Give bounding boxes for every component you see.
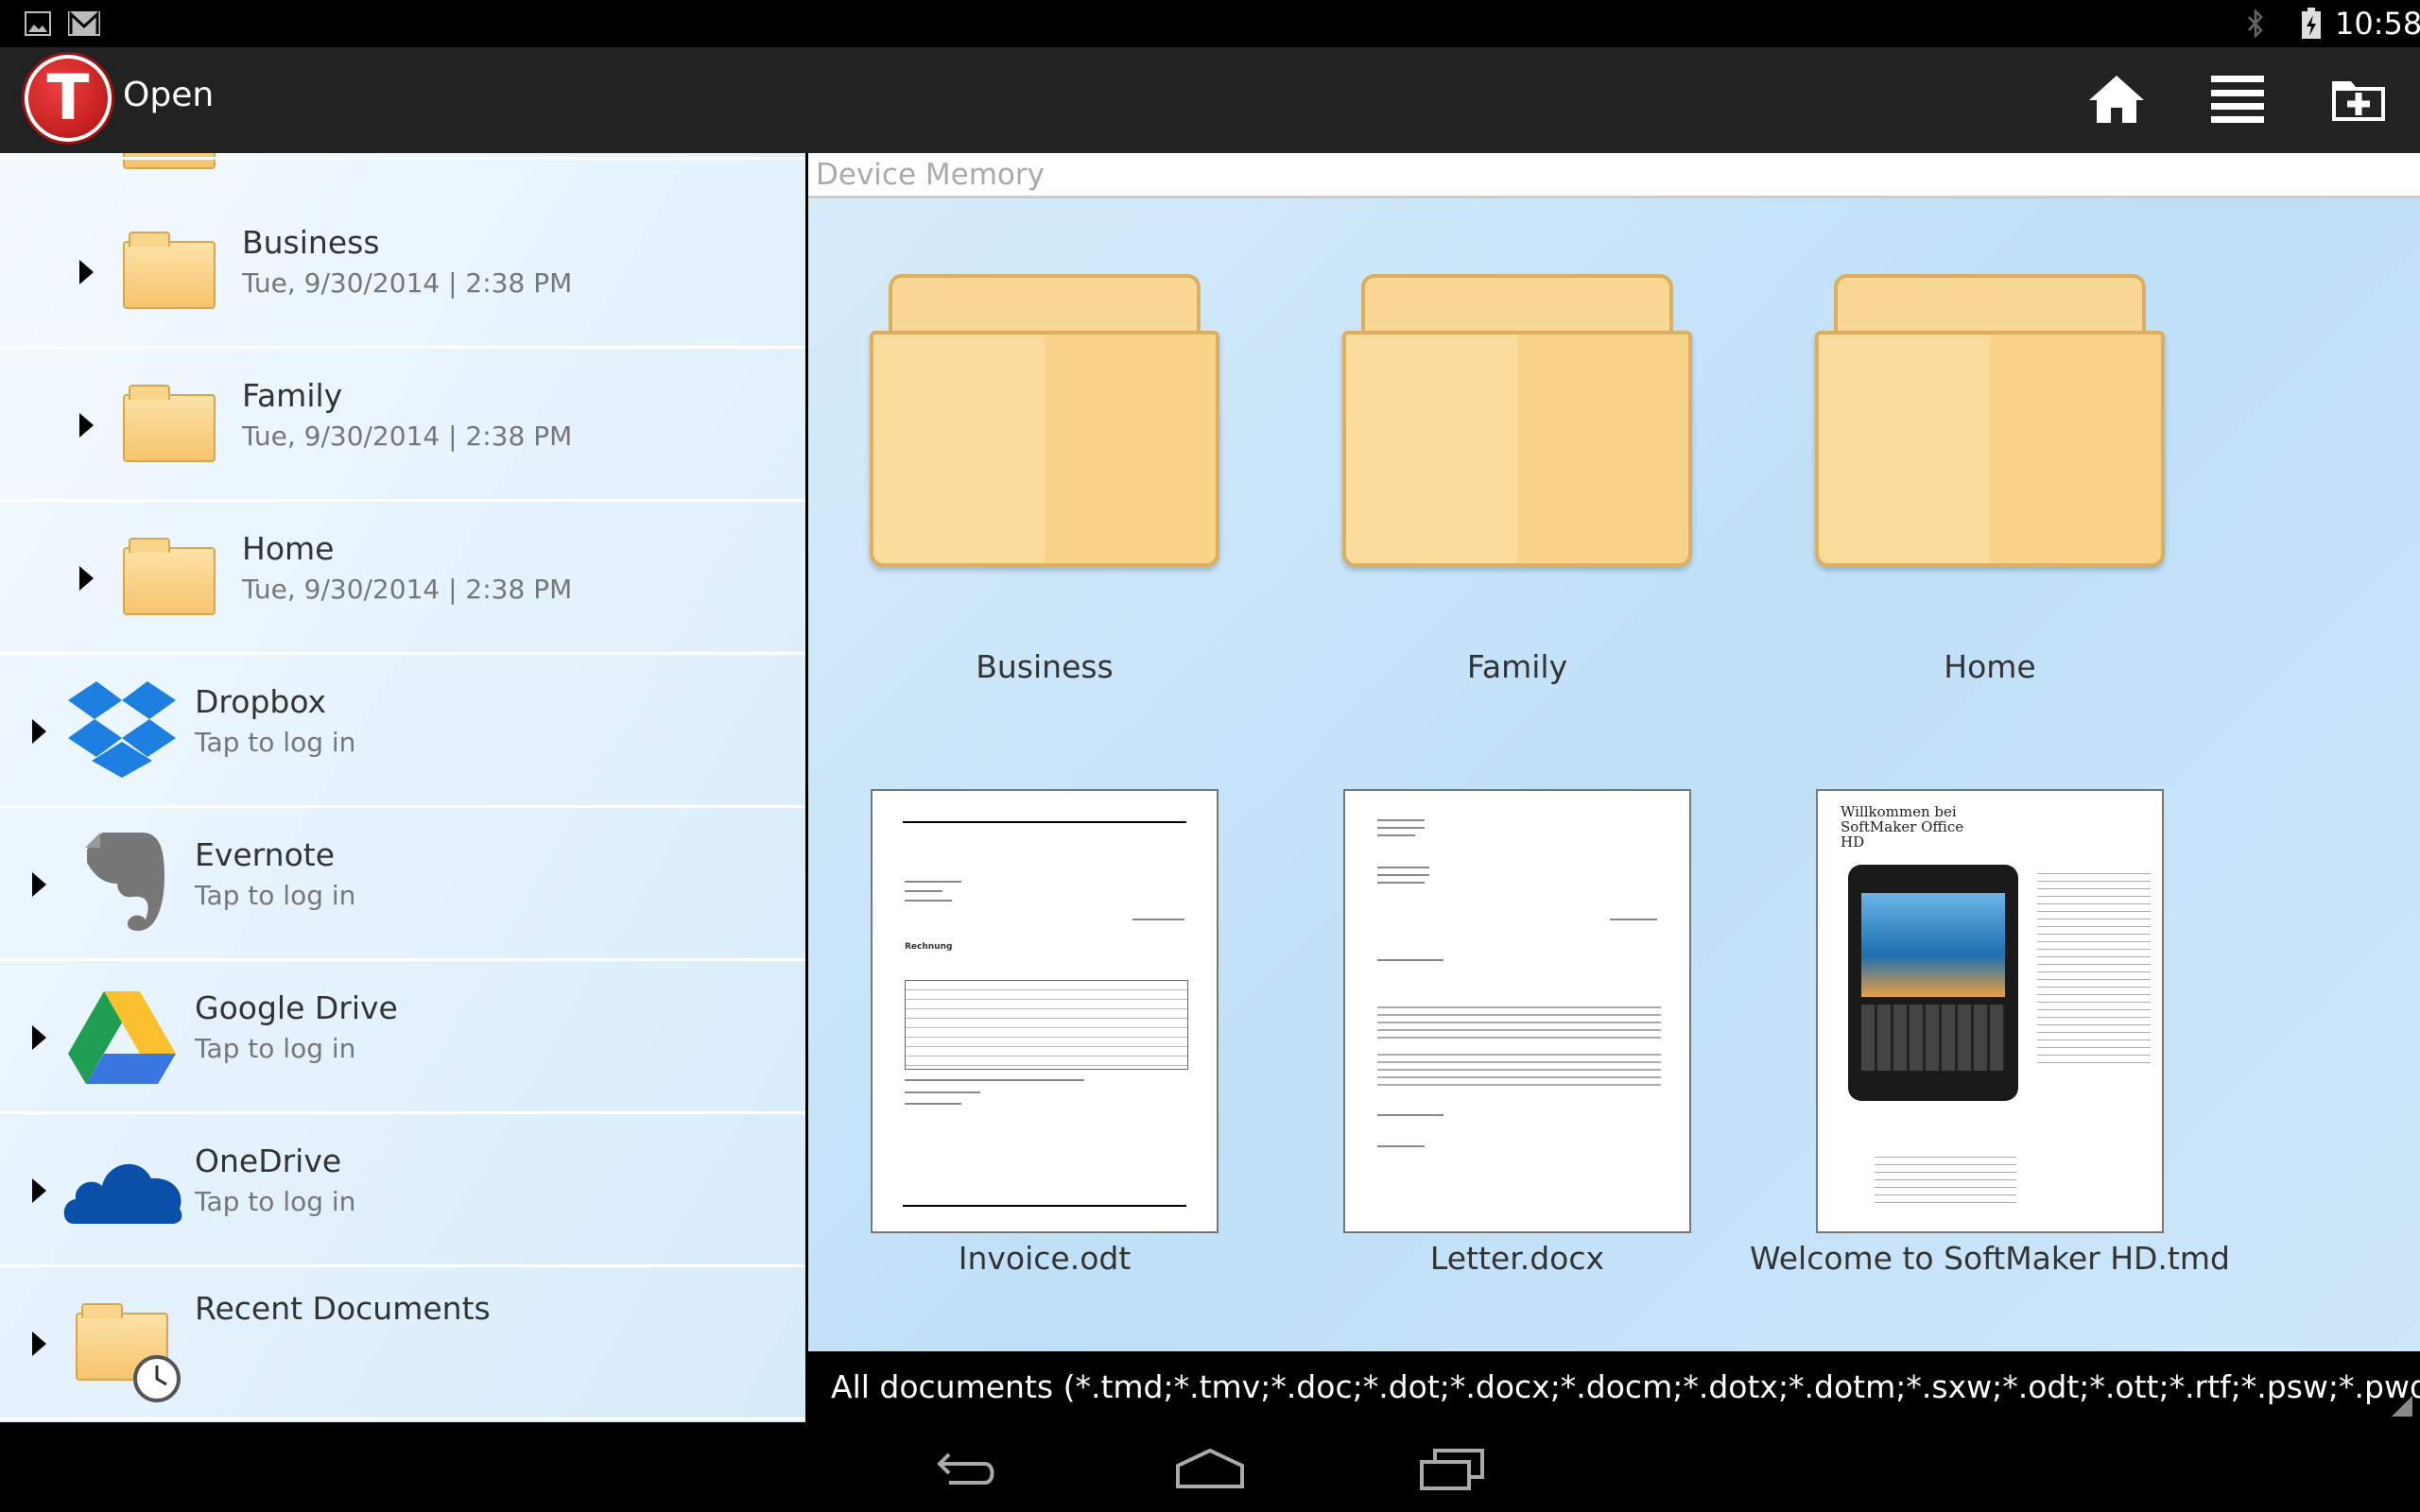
folder-business[interactable] [870,274,1219,567]
new-folder-button[interactable] [2325,66,2392,132]
file-label[interactable]: Letter.docx [1281,1240,1754,1277]
evernote-icon [85,833,164,931]
tablet-image [1848,865,2018,1101]
folder-icon [123,232,216,309]
folder-label[interactable]: Family [1281,648,1754,685]
folder-label[interactable]: Business [808,648,1281,685]
item-title: Recent Documents [195,1290,491,1327]
home-button[interactable] [2083,66,2150,132]
folder-home[interactable] [1815,274,2165,567]
file-thumbnail-invoice[interactable]: Rechnung [871,789,1219,1233]
status-bar: 10:58 [0,0,2420,47]
folder-family[interactable] [1342,274,1692,567]
home-icon[interactable] [1176,1449,1244,1488]
sidebar-item-recent-documents[interactable]: Recent Documents [0,1267,805,1420]
item-status: Tap to log in [195,880,356,911]
sidebar-item-evernote[interactable]: Evernote Tap to log in [0,808,805,961]
item-status: Tap to log in [195,727,356,758]
bluetooth-icon [2248,9,2263,38]
sidebar-item-partial[interactable] [0,153,805,160]
expand-arrow-icon[interactable] [79,566,94,591]
navigation-bar [0,1422,2420,1512]
expand-arrow-icon[interactable] [32,872,46,897]
expand-arrow-icon[interactable] [79,260,94,284]
list-icon [2211,76,2264,123]
file-thumbnail-welcome[interactable]: Willkommen bei SoftMaker Office HD [1816,789,2164,1233]
location-header: Device Memory [808,153,2420,198]
battery-charging-icon [2302,8,2321,39]
item-title: Family [242,377,343,414]
sidebar-item-family[interactable]: Family Tue, 9/30/2014 | 2:38 PM [0,349,805,502]
onedrive-icon [63,1163,182,1224]
sidebar-item-onedrive[interactable]: OneDrive Tap to log in [0,1114,805,1267]
page-title: Open [123,76,215,114]
view-list-button[interactable] [2204,66,2271,132]
file-label[interactable]: Invoice.odt [808,1240,1281,1277]
thumb-heading: Rechnung [905,942,953,952]
dropdown-corner-icon [2392,1396,2412,1417]
back-icon[interactable] [936,1451,998,1488]
google-drive-icon [68,991,176,1084]
item-status: Tap to log in [195,1033,356,1064]
item-status: Tap to log in [195,1186,356,1217]
sidebar-item-dropbox[interactable]: Dropbox Tap to log in [0,655,805,808]
filter-value: All documents (*.tmd;*.tmv;*.doc;*.dot;*… [831,1368,2420,1405]
folder-icon [870,331,1219,567]
folder-label[interactable]: Home [1754,648,2226,685]
item-title: Google Drive [195,989,398,1026]
expand-arrow-icon[interactable] [32,1178,46,1203]
item-title: Home [242,530,335,567]
item-date: Tue, 9/30/2014 | 2:38 PM [242,574,573,605]
thumb-heading: Willkommen bei SoftMaker Office HD [1841,803,1964,850]
home-icon [2089,76,2144,123]
sidebar: Business Tue, 9/30/2014 | 2:38 PM Family… [0,153,805,1422]
image-icon [25,11,51,36]
folder-icon [123,538,216,615]
file-label[interactable]: Welcome to SoftMaker HD.tmd [1706,1240,2273,1277]
clock-icon [133,1355,181,1402]
expand-arrow-icon[interactable] [32,719,46,744]
expand-arrow-icon[interactable] [79,413,94,438]
expand-arrow-icon[interactable] [32,1332,46,1356]
item-title: Evernote [195,836,336,873]
dropbox-icon [68,681,176,778]
sidebar-item-home[interactable]: Home Tue, 9/30/2014 | 2:38 PM [0,502,805,655]
sidebar-item-business[interactable]: Business Tue, 9/30/2014 | 2:38 PM [0,196,805,349]
folder-icon [1815,331,2165,567]
app-logo[interactable]: T [25,55,112,142]
file-thumbnail-letter[interactable] [1343,789,1691,1233]
folder-icon [1342,331,1692,567]
item-title: OneDrive [195,1143,342,1179]
clock: 10:58 [2335,6,2420,42]
gmail-icon [68,11,100,36]
item-date: Tue, 9/30/2014 | 2:38 PM [242,267,573,299]
item-date: Tue, 9/30/2014 | 2:38 PM [242,421,573,452]
item-title: Dropbox [195,683,327,720]
folder-icon [123,385,216,462]
sidebar-item-google-drive[interactable]: Google Drive Tap to log in [0,961,805,1114]
expand-arrow-icon[interactable] [32,1025,46,1050]
file-type-filter-dropdown[interactable]: All documents (*.tmd;*.tmv;*.doc;*.dot;*… [808,1351,2420,1422]
action-bar [0,47,2420,153]
new-folder-icon [2332,81,2385,121]
recent-apps-icon[interactable] [1420,1447,1486,1490]
item-title: Business [242,224,380,261]
